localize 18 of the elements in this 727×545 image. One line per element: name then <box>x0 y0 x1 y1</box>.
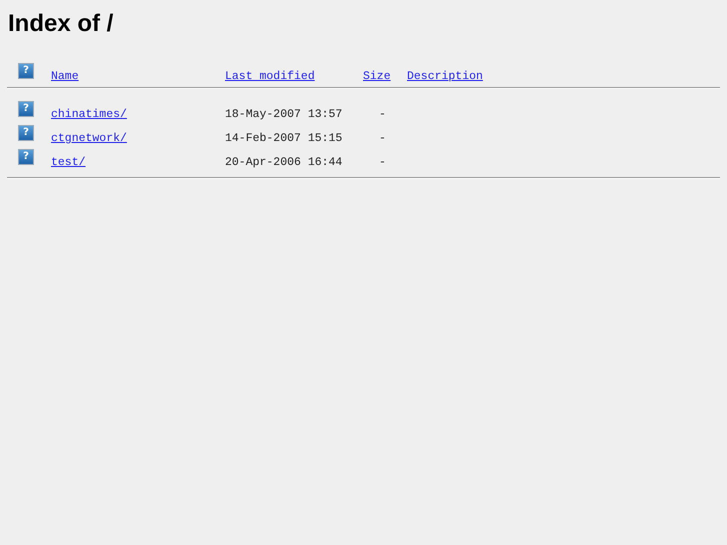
unknown-file-icon: ? <box>18 149 34 165</box>
file-size: - <box>379 132 386 145</box>
unknown-file-icon: ? <box>18 125 34 141</box>
folder-link[interactable]: ctgnetwork/ <box>51 132 127 145</box>
unknown-file-icon: ? <box>18 101 34 117</box>
unknown-file-icon: ? <box>18 63 34 79</box>
folder-link[interactable]: test/ <box>51 156 86 169</box>
column-sort-link[interactable]: Last modified <box>225 70 315 83</box>
modified-date: 20-Apr-2006 16:44 <box>225 156 342 169</box>
modified-date: 18-May-2007 13:57 <box>225 108 342 121</box>
modified-date: 14-Feb-2007 15:15 <box>225 132 342 145</box>
folder-link[interactable]: chinatimes/ <box>51 108 127 121</box>
column-sort-link[interactable]: Description <box>407 70 483 83</box>
page-title: Index of / <box>7 9 114 39</box>
file-size: - <box>379 108 386 121</box>
column-sort-link[interactable]: Size <box>363 70 391 83</box>
column-sort-link[interactable]: Name <box>51 70 79 83</box>
file-size: - <box>379 156 386 169</box>
